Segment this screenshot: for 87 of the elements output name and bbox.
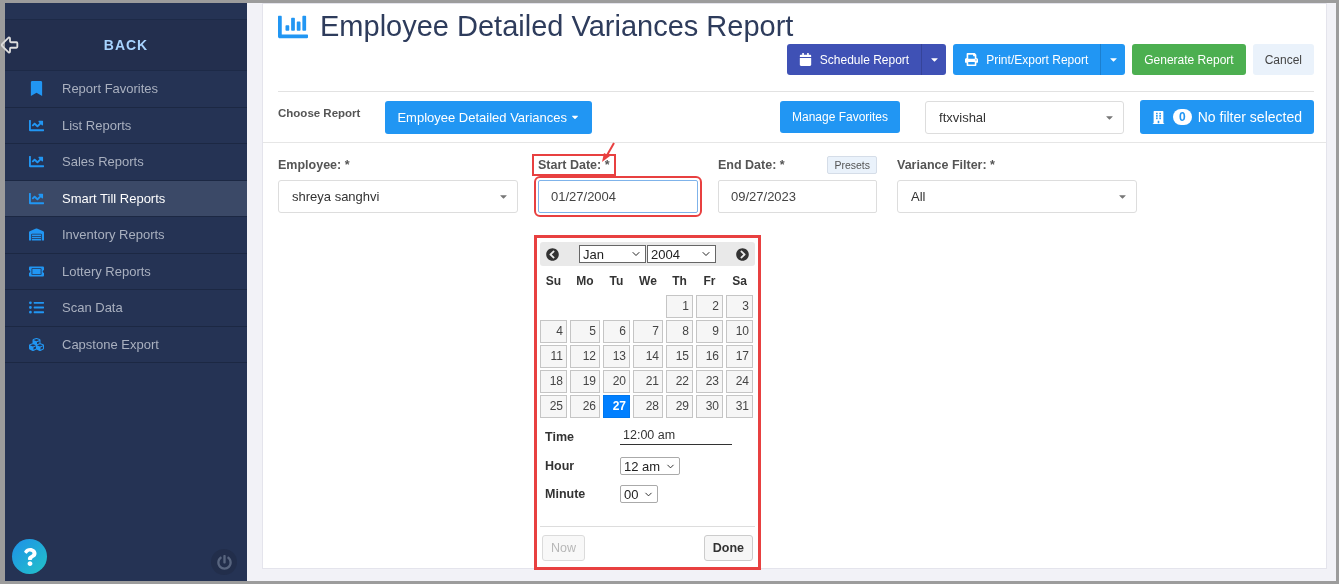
help-button[interactable]: [12, 539, 47, 574]
weekday-label: Th: [671, 273, 688, 290]
day-cell[interactable]: 26: [570, 395, 600, 418]
field-label: Start Date: *: [534, 155, 614, 174]
action-button[interactable]: Schedule Report: [786, 44, 922, 75]
day-cell[interactable]: 18: [540, 370, 567, 393]
sidebar-item[interactable]: List Reports: [5, 107, 247, 144]
sidebar-item[interactable]: Smart Till Reports: [5, 180, 247, 217]
day-cell[interactable]: 25: [540, 395, 567, 418]
month-select[interactable]: Jan: [579, 245, 646, 263]
day-cell[interactable]: 24: [726, 370, 753, 393]
cubes-icon: [29, 336, 44, 352]
weekday-label: Mo: [575, 273, 595, 290]
weekday-label: Su: [544, 273, 563, 290]
day-cell[interactable]: 11: [540, 345, 567, 368]
day-cell[interactable]: 2: [696, 295, 723, 318]
done-button[interactable]: Done: [703, 535, 753, 561]
building-icon: [1152, 110, 1166, 124]
day-cell[interactable]: 6: [603, 320, 630, 343]
line-chart-icon: [29, 154, 44, 170]
list-icon: [29, 300, 44, 316]
presets-button[interactable]: Presets: [827, 155, 877, 174]
hour-select[interactable]: 12 am: [620, 457, 680, 475]
bookmark-icon: [29, 81, 44, 97]
sidebar-item[interactable]: Scan Data: [5, 290, 247, 327]
day-cell[interactable]: 13: [603, 345, 630, 368]
day-cell[interactable]: 28: [633, 395, 663, 418]
hour-label: Hour: [544, 459, 576, 473]
sidebar-item[interactable]: Report Favorites: [5, 71, 247, 108]
calendar-icon: [798, 53, 812, 66]
select-field[interactable]: shreya sanghvi: [278, 180, 518, 213]
day-cell[interactable]: 27: [603, 395, 630, 418]
sidebar-item[interactable]: Capstone Export: [5, 326, 247, 363]
line-chart-icon: [29, 190, 44, 206]
date-field[interactable]: 09/27/2023: [718, 180, 877, 213]
minute-label: Minute: [544, 487, 587, 501]
power-icon: [216, 554, 232, 570]
page-title: Employee Detailed Variances Report: [320, 10, 794, 43]
day-cell[interactable]: 15: [666, 345, 693, 368]
time-label: Time: [544, 429, 575, 444]
action-button[interactable]: Cancel: [1252, 44, 1314, 75]
day-cell[interactable]: 14: [633, 345, 663, 368]
annotation-arrow-icon: [601, 142, 617, 164]
year-select[interactable]: 2004: [647, 245, 716, 263]
back-arrow-icon: [0, 34, 21, 56]
weekday-label: Fr: [702, 273, 717, 290]
day-cell[interactable]: 10: [726, 320, 753, 343]
user-select[interactable]: ftxvishal: [925, 100, 1125, 134]
sidebar-item[interactable]: Inventory Reports: [5, 217, 247, 254]
printer-icon: [965, 53, 979, 66]
field-label: Employee: *: [277, 156, 351, 174]
weekday-label: Sa: [731, 273, 748, 290]
dropdown-toggle[interactable]: [1100, 44, 1126, 75]
day-cell[interactable]: 21: [633, 370, 663, 393]
day-cell[interactable]: 20: [603, 370, 630, 393]
day-cell[interactable]: 12: [570, 345, 600, 368]
day-cell[interactable]: 29: [666, 395, 693, 418]
day-cell[interactable]: 19: [570, 370, 600, 393]
day-cell[interactable]: 7: [633, 320, 663, 343]
day-cell[interactable]: 1: [666, 295, 693, 318]
sidebar-item[interactable]: Sales Reports: [5, 144, 247, 181]
weekday-label: We: [638, 273, 658, 290]
field-label: End Date: *: [717, 156, 786, 174]
warehouse-icon: [29, 227, 44, 243]
next-month-button[interactable]: [736, 247, 749, 261]
day-cell[interactable]: 8: [666, 320, 693, 343]
day-cell[interactable]: 4: [540, 320, 567, 343]
dropdown-toggle[interactable]: [921, 44, 947, 75]
time-value: 12:00 am: [620, 428, 732, 445]
day-cell[interactable]: 22: [666, 370, 693, 393]
day-cell[interactable]: 16: [696, 345, 723, 368]
select-field[interactable]: All: [897, 180, 1137, 213]
day-cell[interactable]: 17: [726, 345, 753, 368]
weekday-label: Tu: [608, 273, 625, 290]
line-chart-icon: [29, 117, 44, 133]
filter-count: 0: [1173, 109, 1192, 125]
day-cell[interactable]: 23: [696, 370, 723, 393]
choose-report-label: Choose Report: [278, 107, 361, 119]
field-label: Variance Filter: *: [896, 156, 996, 174]
day-cell[interactable]: 30: [696, 395, 723, 418]
sidebar-item[interactable]: Lottery Reports: [5, 253, 247, 290]
day-cell[interactable]: 9: [696, 320, 723, 343]
minute-select[interactable]: 00: [620, 485, 658, 503]
previous-month-button[interactable]: [546, 247, 559, 261]
day-cell[interactable]: 5: [570, 320, 600, 343]
day-cell[interactable]: 31: [726, 395, 753, 418]
day-cell[interactable]: 3: [726, 295, 753, 318]
